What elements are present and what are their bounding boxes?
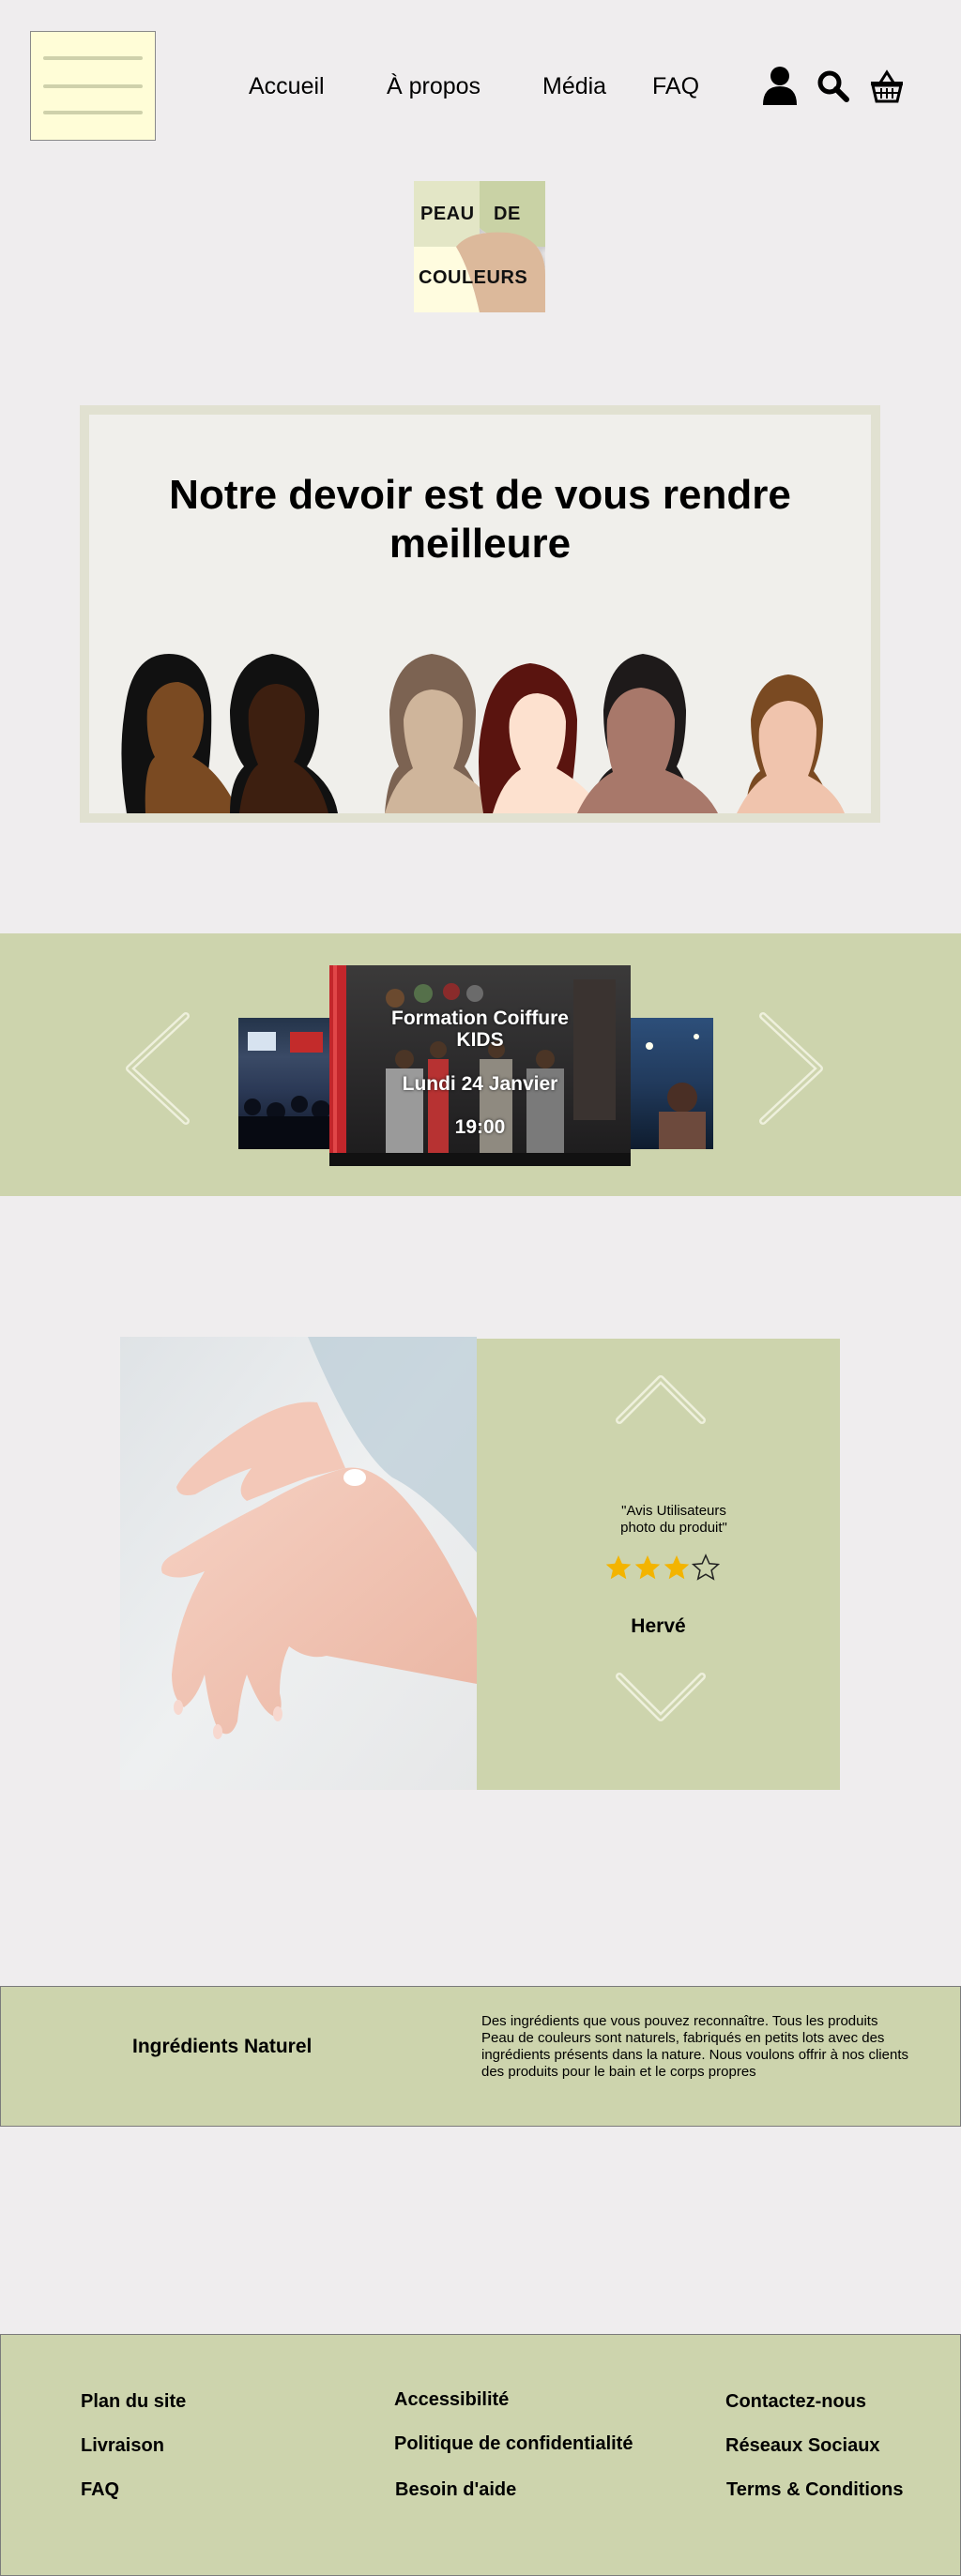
chevron-down-icon[interactable] xyxy=(614,1669,708,1725)
menu-bar xyxy=(43,56,143,60)
ingredients-title: Ingrédients Naturel xyxy=(132,2036,313,2057)
event-date: Lundi 24 Janvier xyxy=(402,1073,558,1095)
review-caption: "Avis Utilisateurs photo du produit" xyxy=(620,1503,727,1536)
nav-a-propos[interactable]: À propos xyxy=(387,73,480,100)
product-photo xyxy=(120,1337,477,1790)
chevron-right-icon[interactable] xyxy=(754,1010,829,1127)
brand-logo[interactable]: PEAU DE COULEURS xyxy=(414,181,545,312)
hero-banner: Notre devoir est de vous rendre meilleur… xyxy=(80,405,880,823)
star-filled-icon xyxy=(664,1555,690,1580)
footer-link-livraison[interactable]: Livraison xyxy=(81,2435,164,2457)
nav-faq[interactable]: FAQ xyxy=(652,73,699,100)
footer-link-contact[interactable]: Contactez-nous xyxy=(725,2391,866,2413)
event-photo-main[interactable]: Formation Coiffure KIDS Lundi 24 Janvier… xyxy=(329,965,631,1166)
footer-link-besoin-aide[interactable]: Besoin d'aide xyxy=(395,2479,516,2501)
ingredients-section: Ingrédients Naturel Des ingrédients que … xyxy=(0,1986,961,2127)
chevron-left-icon[interactable] xyxy=(120,1010,195,1127)
footer-link-terms[interactable]: Terms & Conditions xyxy=(726,2479,904,2501)
star-empty-icon xyxy=(691,1553,721,1581)
star-filled-icon xyxy=(634,1555,661,1580)
audience-illustration xyxy=(238,1032,332,1149)
footer-link-faq[interactable]: FAQ xyxy=(81,2479,119,2501)
logo-text-peau: PEAU xyxy=(420,204,475,224)
events-carousel: Formation Coiffure KIDS Lundi 24 Janvier… xyxy=(0,933,961,1196)
footer-link-confidentialite[interactable]: Politique de confidentialité xyxy=(394,2433,633,2455)
footer-link-accessibilite[interactable]: Accessibilité xyxy=(394,2389,509,2411)
audience-illustration xyxy=(646,1034,706,1149)
women-illustration xyxy=(121,654,845,813)
logo-text-de: DE xyxy=(494,204,521,224)
event-time: 19:00 xyxy=(454,1116,506,1138)
hero-title: Notre devoir est de vous rendre meilleur… xyxy=(169,472,791,567)
chevron-up-icon[interactable] xyxy=(614,1371,708,1428)
event-photo-right[interactable] xyxy=(631,1018,713,1149)
ingredients-description: Des ingrédients que vous pouvez reconnaî… xyxy=(481,2013,908,2080)
reviewer-name: Hervé xyxy=(631,1615,686,1637)
star-filled-icon xyxy=(605,1555,632,1580)
menu-button[interactable] xyxy=(30,31,156,141)
footer-link-reseaux-sociaux[interactable]: Réseaux Sociaux xyxy=(725,2435,880,2457)
event-photo-left[interactable] xyxy=(238,1018,332,1149)
menu-bar xyxy=(43,84,143,88)
footer-link-plan-du-site[interactable]: Plan du site xyxy=(81,2391,186,2413)
event-title: Formation Coiffure KIDS xyxy=(391,1008,569,1051)
nav-media[interactable]: Média xyxy=(542,73,606,100)
rating-stars xyxy=(604,1553,721,1583)
nav-accueil[interactable]: Accueil xyxy=(249,73,325,100)
review-panel: "Avis Utilisateurs photo du produit" Her… xyxy=(477,1339,840,1790)
menu-bar xyxy=(43,111,143,114)
search-icon[interactable] xyxy=(816,69,850,103)
logo-text-couleurs: COULEURS xyxy=(419,267,528,288)
basket-icon[interactable] xyxy=(869,69,905,103)
footer: Plan du site Livraison FAQ Accessibilité… xyxy=(0,2334,961,2576)
user-icon[interactable] xyxy=(761,66,799,105)
hands-cream-illustration xyxy=(120,1337,477,1790)
logo-shapes xyxy=(414,181,545,312)
